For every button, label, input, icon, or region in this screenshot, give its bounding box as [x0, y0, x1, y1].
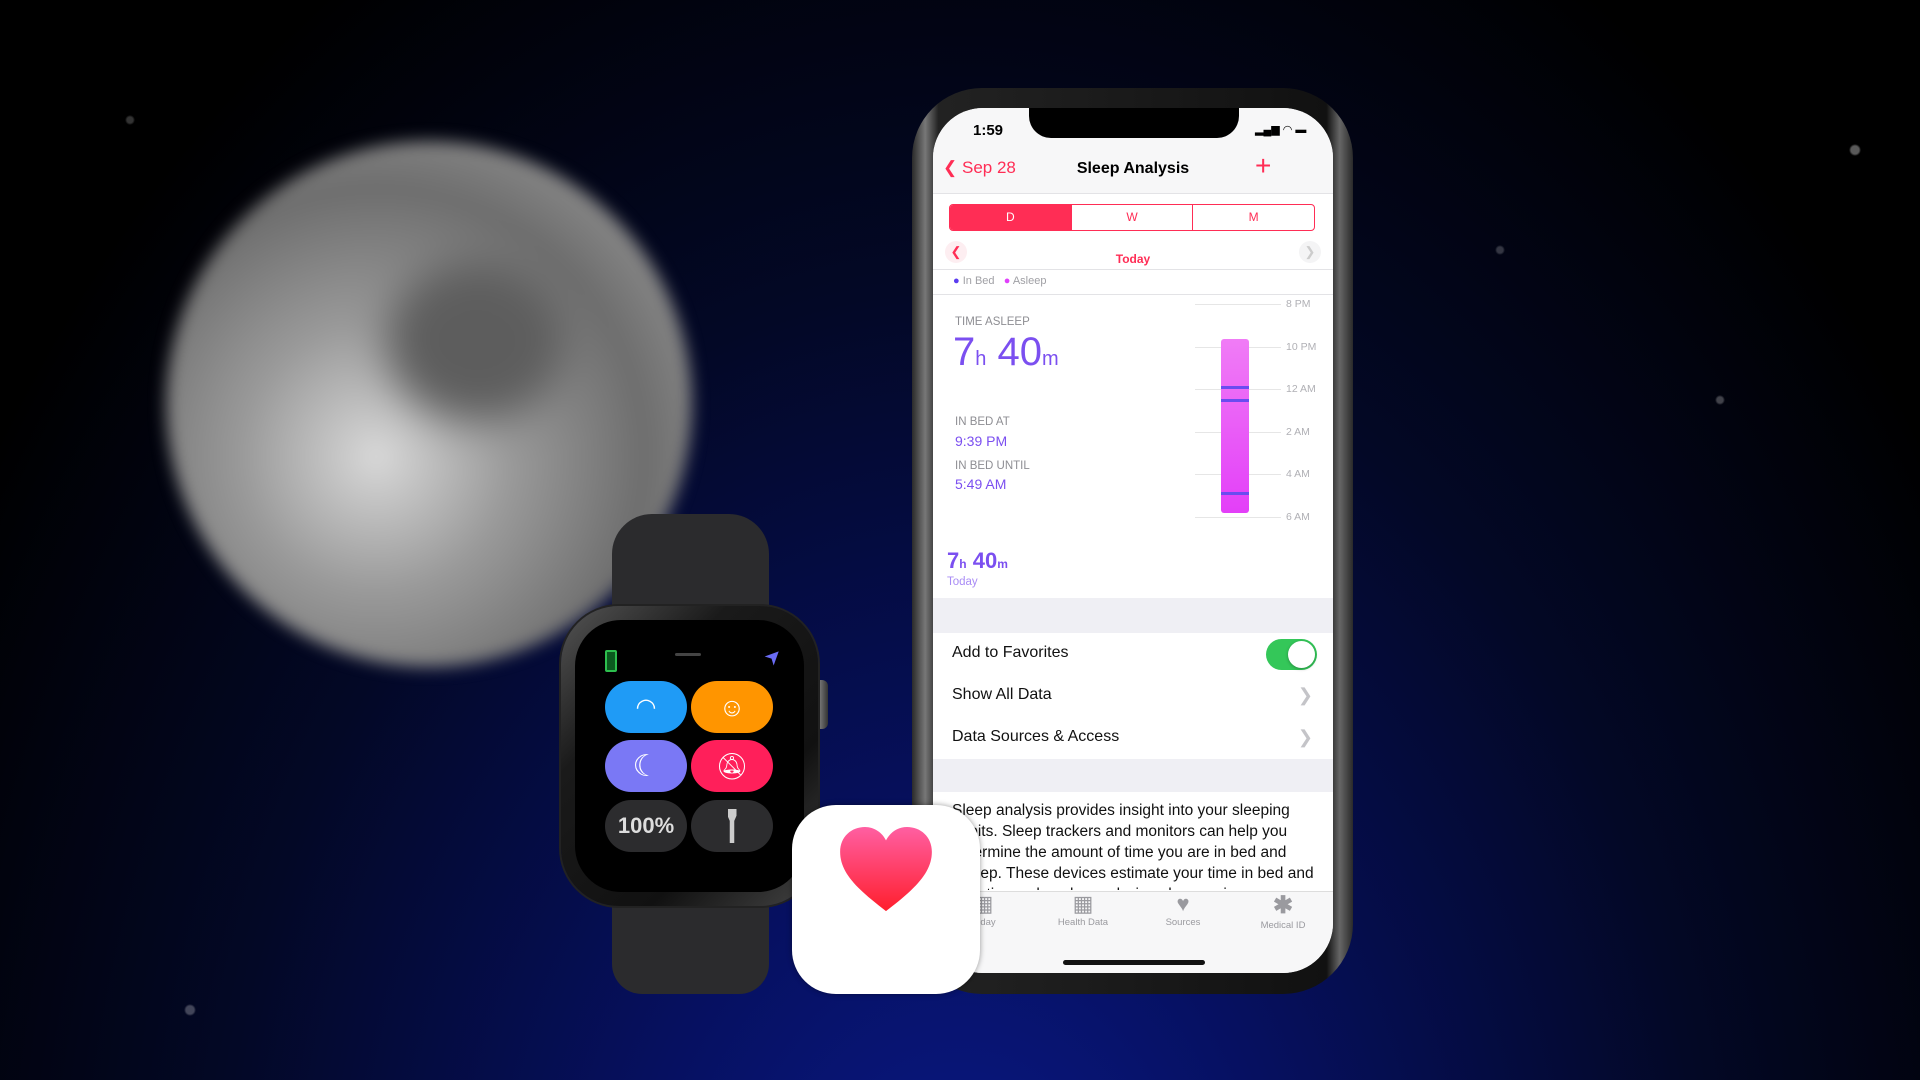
row-add-to-favorites[interactable]: Add to Favorites	[933, 633, 1333, 675]
description-text: Sleep analysis provides insight into you…	[952, 802, 1314, 890]
chart-tick-label: 10 PM	[1286, 340, 1317, 353]
wifi-icon: ◠	[635, 693, 657, 721]
favorites-toggle[interactable]	[1266, 639, 1317, 670]
chart-tick-label: 6 AM	[1286, 511, 1310, 523]
row-label: Data Sources & Access	[952, 728, 1120, 745]
in-bed-at-label: IN BED AT	[955, 416, 1010, 428]
chart-tick-label: 4 AM	[1286, 468, 1310, 481]
asterisk-icon: ✱	[1272, 892, 1294, 919]
moon-icon: ☾	[632, 749, 660, 783]
phone-connected-icon	[605, 650, 617, 672]
tab-health-data[interactable]: ▦ Health Data	[1033, 891, 1133, 928]
in-bed-mark	[1221, 398, 1249, 402]
legend-asleep: Asleep	[1012, 275, 1047, 287]
section-separator	[933, 598, 1333, 633]
chart-legend: ● In Bed ● Asleep	[953, 275, 1046, 287]
chart-gridline	[1195, 517, 1281, 518]
period-segmented-control[interactable]: D W M	[949, 204, 1315, 231]
heart-download-icon: ♥	[1176, 891, 1190, 916]
location-arrow-icon: ➤	[760, 643, 788, 671]
time-asleep-value: 7h 40m	[953, 330, 1059, 375]
legend-dot-asleep: ●	[1003, 275, 1011, 287]
h-unit: h	[975, 348, 987, 370]
in-bed-until-label: IN BED UNTIL	[955, 460, 1030, 472]
silent-bell-icon: 🔕︎	[715, 750, 749, 781]
tab-label: Sources	[1165, 917, 1201, 928]
total-minutes: 40	[972, 548, 998, 573]
page-title: Sleep Analysis	[1076, 160, 1190, 177]
total-m-unit: m	[997, 557, 1008, 571]
chevron-right-icon: ❯	[1297, 685, 1313, 705]
m-unit: m	[1042, 348, 1059, 370]
iphone-screen: 1:59 ▂▄▆ ◠ ▬ ❮ Sep 28 Sleep Analysis + D…	[933, 108, 1333, 973]
section-separator	[933, 759, 1333, 792]
tab-medical-id[interactable]: ✱ Medical ID	[1233, 891, 1333, 931]
theater-mode-button[interactable]: ☺	[691, 681, 773, 733]
row-label: Show All Data	[952, 686, 1052, 703]
in-bed-at-value: 9:39 PM	[955, 433, 1008, 449]
segment-day[interactable]: D	[950, 205, 1071, 230]
total-sleep-value: 7h 40m	[947, 548, 1008, 574]
total-sleep-label: Today	[947, 576, 978, 588]
in-bed-mark	[1221, 386, 1249, 390]
grid-icon: ▦	[1072, 891, 1094, 916]
tab-label: Health Data	[1057, 917, 1109, 928]
legend-in-bed: In Bed	[962, 275, 995, 287]
chart-tick-label: 2 AM	[1286, 425, 1310, 438]
theater-mode-icon: ☺	[718, 691, 746, 722]
hours: 7	[953, 330, 976, 374]
next-period-button[interactable]: ❯	[1299, 241, 1321, 263]
period-label: Today	[1115, 252, 1151, 266]
silent-mode-button[interactable]: 🔕︎	[691, 740, 773, 792]
chevron-right-icon: ❯	[1297, 727, 1313, 747]
in-bed-until-value: 5:49 AM	[955, 476, 1007, 492]
legend-dot-in-bed: ●	[953, 275, 960, 287]
chart-tick-label: 8 PM	[1286, 298, 1311, 310]
segment-month[interactable]: M	[1192, 205, 1314, 230]
home-indicator[interactable]	[1063, 960, 1205, 965]
grabber	[675, 653, 701, 656]
total-h-unit: h	[959, 557, 967, 571]
total-hours: 7	[947, 548, 960, 573]
chart-tick-label: 12 AM	[1286, 383, 1316, 396]
sleep-bar	[1221, 339, 1249, 514]
minutes: 40	[997, 330, 1043, 374]
wifi-button[interactable]: ◠	[605, 681, 687, 733]
in-bed-mark	[1221, 491, 1249, 495]
heart-icon	[840, 826, 932, 911]
row-data-sources-access[interactable]: Data Sources & Access ❯	[933, 717, 1333, 759]
plus-icon[interactable]: +	[1255, 150, 1271, 182]
time-asleep-label: TIME ASLEEP	[955, 316, 1030, 328]
chart-gridline	[1195, 304, 1281, 305]
segment-week[interactable]: W	[1070, 205, 1193, 230]
row-label: Add to Favorites	[952, 644, 1069, 661]
tab-sources[interactable]: ♥ Sources	[1133, 891, 1233, 928]
row-show-all-data[interactable]: Show All Data ❯	[933, 675, 1333, 717]
do-not-disturb-button[interactable]: ☾	[605, 740, 687, 792]
notch-overlay	[1029, 108, 1239, 138]
tab-label: Medical ID	[1260, 920, 1306, 931]
flashlight-button[interactable]	[691, 800, 773, 852]
health-app-icon	[792, 805, 980, 994]
battery-button[interactable]: 100%	[605, 800, 687, 852]
flashlight-icon	[727, 809, 737, 843]
